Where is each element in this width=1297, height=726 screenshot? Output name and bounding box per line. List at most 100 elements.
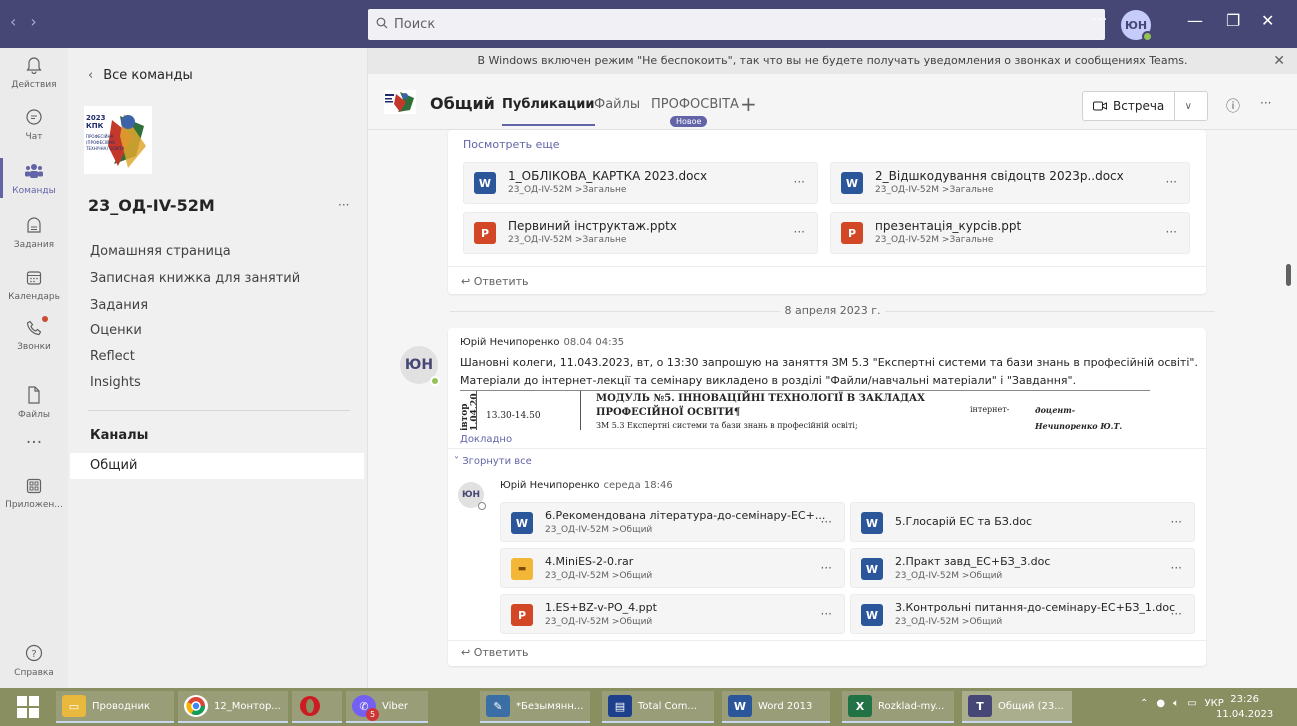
taskbar-app-excel[interactable]: X Rozklad-my... xyxy=(842,691,954,723)
reply-button[interactable]: ↩ Ответить xyxy=(461,275,528,288)
close-icon[interactable]: ✕ xyxy=(1273,48,1285,74)
rail-calendar[interactable]: Календарь xyxy=(0,270,68,302)
taskbar-app-chrome[interactable]: 12_Монтор... xyxy=(178,691,288,723)
network-icon[interactable]: ▭ xyxy=(1187,698,1196,709)
file-more-icon[interactable]: ··· xyxy=(1171,515,1182,529)
attachment-file[interactable]: ▬ 4.MiniES-2-0.rar 23_ОД-IV-52M >Общий ·… xyxy=(500,548,845,588)
taskbar-app-teams[interactable]: T Общий (23... xyxy=(962,691,1072,723)
author-name[interactable]: Юрій Нечипоренко xyxy=(460,337,560,348)
rail-label: Звонки xyxy=(17,342,51,352)
sidebar-item-assignments[interactable]: Задания xyxy=(90,298,148,313)
taskbar-app-total-commander[interactable]: ▤ Total Com... xyxy=(602,691,714,723)
channel-item-general[interactable]: Общий xyxy=(70,453,364,479)
reply-author-avatar[interactable]: ЮН xyxy=(458,482,486,510)
all-teams-link[interactable]: ‹ Все команды xyxy=(88,68,193,83)
author-name[interactable]: Юрій Нечипоренко xyxy=(500,480,600,491)
presence-available-icon xyxy=(430,376,440,386)
document-preview[interactable]: івтор 1.04.20 13.30-14.50 МОДУЛЬ №5. ІНН… xyxy=(460,390,1150,430)
dnd-notice-text: В Windows включен режим "Не беспокоить",… xyxy=(477,54,1188,67)
file-more-icon[interactable]: ··· xyxy=(821,561,832,575)
tab-profosvita[interactable]: ПРОФОСВІТА xyxy=(651,97,739,112)
attachment-file[interactable]: W 2_Відшкодування свідоцтв 2023р..docx 2… xyxy=(830,162,1190,204)
search-input[interactable]: Поиск xyxy=(368,9,1105,40)
tab-files[interactable]: Файлы xyxy=(594,97,640,112)
rail-help[interactable]: ? Справка xyxy=(0,644,68,678)
sidebar-item-insights[interactable]: Insights xyxy=(90,375,141,390)
taskbar-app-paint[interactable]: ✎ *Безымянн... xyxy=(480,691,590,723)
sidebar-item-grades[interactable]: Оценки xyxy=(90,323,142,338)
powerpoint-file-icon: P xyxy=(841,222,863,244)
team-logo[interactable]: 2023 КПК ПРОФЕСІЙНА (ПРОФЕСІЙНО ТЕХНІЧНА… xyxy=(84,106,152,174)
rail-more[interactable]: ··· xyxy=(0,432,68,454)
attachment-file[interactable]: W 6.Рекомендована література-до-семінару… xyxy=(500,502,845,542)
word-file-icon: W xyxy=(861,604,883,626)
doc-heading: ПРОФЕСІЙНОЇ ОСВІТИ¶ xyxy=(596,407,741,418)
attachment-file[interactable]: W 2.Практ завд_ЕС+БЗ_3.doc 23_ОД-IV-52M … xyxy=(850,548,1195,588)
rail-calls[interactable]: Звонки xyxy=(0,320,68,352)
file-more-icon[interactable]: ··· xyxy=(1166,225,1177,239)
add-tab-icon[interactable]: + xyxy=(740,92,757,116)
attachment-file[interactable]: W 5.Глосарій ЕС та БЗ.doc ··· xyxy=(850,502,1195,542)
meet-button[interactable]: Встреча ∨ xyxy=(1082,91,1208,121)
file-more-icon[interactable]: ··· xyxy=(821,607,832,621)
rail-files[interactable]: Файлы xyxy=(0,386,68,420)
volume-icon[interactable]: 🔈︎ xyxy=(1173,698,1179,709)
forward-arrow-icon[interactable]: › xyxy=(30,12,36,31)
new-badge: Новое xyxy=(670,116,708,127)
scrollbar-thumb[interactable] xyxy=(1286,264,1291,286)
attachment-file[interactable]: P презентація_курсів.ppt 23_ОД-IV-52M >З… xyxy=(830,212,1190,254)
reply-button[interactable]: ↩ Ответить xyxy=(461,646,528,659)
file-more-icon[interactable]: ··· xyxy=(1166,175,1177,189)
rail-label: Справка xyxy=(14,668,54,678)
collapse-all-link[interactable]: ˅ Згорнути все xyxy=(454,456,532,467)
meet-label: Встреча xyxy=(1113,99,1165,113)
close-window-button[interactable]: ✕ xyxy=(1261,11,1274,30)
totalcmd-icon: ▤ xyxy=(608,695,632,717)
sidebar-item-reflect[interactable]: Reflect xyxy=(90,349,135,364)
sidebar-item-notebook[interactable]: Записная книжка для занятий xyxy=(90,271,300,286)
start-button[interactable] xyxy=(4,688,52,726)
file-more-icon[interactable]: ··· xyxy=(1171,561,1182,575)
see-more-link[interactable]: Посмотреть еще xyxy=(463,138,560,151)
file-more-icon[interactable]: ··· xyxy=(821,515,832,529)
presence-available-icon xyxy=(1142,31,1153,42)
team-more-icon[interactable]: ··· xyxy=(338,198,349,212)
posts-feed[interactable]: Посмотреть еще W 1_ОБЛІКОВА_КАРТКА 2023.… xyxy=(368,130,1297,688)
minimize-button[interactable]: — xyxy=(1187,11,1203,30)
attachment-file[interactable]: W 1_ОБЛІКОВА_КАРТКА 2023.docx 23_ОД-IV-5… xyxy=(463,162,818,204)
rail-activity[interactable]: Действия xyxy=(0,56,68,90)
phone-icon xyxy=(0,320,68,342)
sidebar-item-home[interactable]: Домашняя страница xyxy=(90,244,231,259)
rail-apps[interactable]: Приложен... xyxy=(0,478,68,510)
info-icon[interactable]: ⓘ xyxy=(1226,96,1240,116)
tab-posts[interactable]: Публикации xyxy=(502,97,595,126)
profile-avatar[interactable]: ЮН xyxy=(1121,10,1153,42)
taskbar-app-opera[interactable] xyxy=(292,691,342,723)
meet-now-button[interactable]: Встреча xyxy=(1083,92,1176,120)
chevron-down-icon[interactable]: ∨ xyxy=(1175,101,1201,112)
settings-more-icon[interactable]: ··· xyxy=(1092,12,1108,28)
taskbar-clock[interactable]: 23:26 11.04.2023 xyxy=(1216,692,1273,722)
attachment-file[interactable]: W 3.Контрольні питання-до-семінару-ЕС+БЗ… xyxy=(850,594,1195,634)
viber-unread-badge: 5 xyxy=(366,708,379,721)
tray-app-icon[interactable]: ● xyxy=(1156,698,1165,709)
file-more-icon[interactable]: ··· xyxy=(794,225,805,239)
taskbar-app-explorer[interactable]: ▭ Проводник xyxy=(56,691,174,723)
back-arrow-icon[interactable]: ‹ xyxy=(10,12,16,31)
file-more-icon[interactable]: ··· xyxy=(794,175,805,189)
taskbar-app-viber[interactable]: ✆ Viber 5 xyxy=(346,691,428,723)
details-link[interactable]: Докладно xyxy=(460,434,512,445)
channel-more-icon[interactable]: ··· xyxy=(1260,96,1271,110)
tray-overflow-icon[interactable]: ⌃ xyxy=(1140,698,1148,709)
apps-icon xyxy=(0,478,68,500)
rail-chat[interactable]: Чат xyxy=(0,108,68,142)
taskbar-app-word[interactable]: W Word 2013 xyxy=(722,691,830,723)
file-more-icon[interactable]: ··· xyxy=(1171,607,1182,621)
attachment-file[interactable]: P 1.ES+BZ-v-PO_4.ppt 23_ОД-IV-52M >Общий… xyxy=(500,594,845,634)
profile-initials: ЮН xyxy=(1124,18,1148,32)
restore-button[interactable]: ❐ xyxy=(1226,11,1240,30)
attachment-file[interactable]: P Первиний інструктаж.pptx 23_ОД-IV-52M … xyxy=(463,212,818,254)
author-avatar[interactable]: ЮН xyxy=(400,346,440,386)
rail-assignments[interactable]: Задания xyxy=(0,216,68,250)
rail-teams[interactable]: Команды xyxy=(0,158,68,198)
